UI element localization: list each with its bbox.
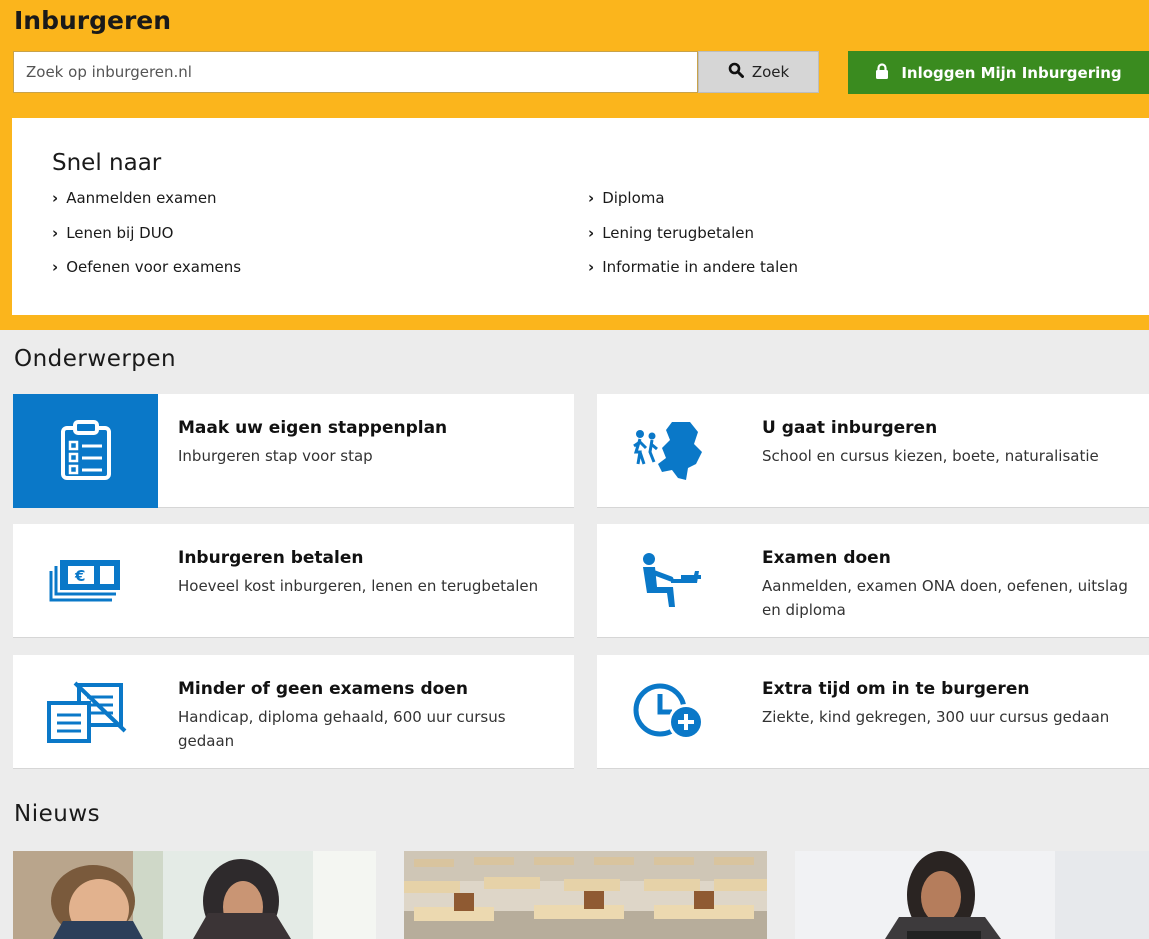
quick-link-andere-talen[interactable]: › Informatie in andere talen xyxy=(588,258,798,276)
search-button-label: Zoek xyxy=(751,63,790,81)
news-title: Nieuws xyxy=(14,801,101,827)
topic-card-stappenplan[interactable]: Maak uw eigen stappenplan Inburgeren sta… xyxy=(13,394,574,508)
topic-card-u-gaat-inburgeren[interactable]: U gaat inburgeren School en cursus kieze… xyxy=(597,394,1149,508)
topics-title: Onderwerpen xyxy=(14,346,177,372)
quick-link-diploma[interactable]: › Diploma xyxy=(588,189,665,207)
svg-text:€: € xyxy=(74,567,85,585)
chevron-right-icon: › xyxy=(588,189,595,207)
quick-link-lenen-bij-duo[interactable]: › Lenen bij DUO xyxy=(52,224,173,242)
topic-card-title: Extra tijd om in te burgeren xyxy=(762,679,1030,699)
chevron-right-icon: › xyxy=(52,224,59,242)
topic-card-description: Inburgeren stap voor stap xyxy=(178,447,373,465)
news-item-image-1[interactable] xyxy=(13,851,376,939)
chevron-right-icon: › xyxy=(52,258,59,276)
topic-card-description: Hoeveel kost inburgeren, lenen en terugb… xyxy=(178,577,539,595)
topic-card-minder-examens[interactable]: Minder of geen examens doen Handicap, di… xyxy=(13,655,574,769)
checklist-icon xyxy=(13,394,158,508)
news-item-image-2[interactable] xyxy=(404,851,767,939)
quick-link-label: Lening terugbetalen xyxy=(602,224,755,242)
chevron-right-icon: › xyxy=(588,258,595,276)
topic-card-title: Examen doen xyxy=(762,548,891,568)
topic-card-title: U gaat inburgeren xyxy=(762,418,938,438)
chevron-right-icon: › xyxy=(52,189,59,207)
topic-card-inburgeren-betalen[interactable]: € Inburgeren betalen Hoeveel kost inburg… xyxy=(13,524,574,638)
quick-link-aanmelden-examen[interactable]: › Aanmelden examen xyxy=(52,189,217,207)
topic-card-description: Ziekte, kind gekregen, 300 uur cursus ge… xyxy=(762,708,1110,726)
topic-card-title: Minder of geen examens doen xyxy=(178,679,468,699)
netherlands-map-icon xyxy=(597,394,742,508)
crossed-document-icon xyxy=(13,655,158,769)
news-item-image-3[interactable] xyxy=(795,851,1149,939)
quick-links-box xyxy=(12,118,1149,315)
quick-link-label: Lenen bij DUO xyxy=(66,224,174,242)
quick-link-lening-terugbetalen[interactable]: › Lening terugbetalen xyxy=(588,224,754,242)
quick-link-label: Diploma xyxy=(602,189,665,207)
quick-link-label: Aanmelden examen xyxy=(66,189,217,207)
login-button-label: Inloggen Mijn Inburgering xyxy=(901,63,1122,82)
euro-banknotes-icon: € xyxy=(13,524,158,638)
topic-card-extra-tijd[interactable]: Extra tijd om in te burgeren Ziekte, kin… xyxy=(597,655,1149,769)
topic-card-examen-doen[interactable]: Examen doen Aanmelden, examen ONA doen, … xyxy=(597,524,1149,638)
login-button[interactable]: Inloggen Mijn Inburgering xyxy=(848,51,1149,94)
quick-link-oefenen[interactable]: › Oefenen voor examens xyxy=(52,258,241,276)
quick-links-title: Snel naar xyxy=(52,150,162,176)
topic-card-title: Inburgeren betalen xyxy=(178,548,364,568)
search-button[interactable]: Zoek xyxy=(698,51,819,93)
search-input[interactable] xyxy=(13,51,698,93)
clock-plus-icon xyxy=(597,655,742,769)
topic-card-title: Maak uw eigen stappenplan xyxy=(178,418,448,438)
search-icon xyxy=(728,62,744,82)
quick-link-label: Oefenen voor examens xyxy=(66,258,242,276)
topic-card-description: Handicap, diploma gehaald, 600 uur cursu… xyxy=(178,708,506,750)
header-bar: Inburgeren Zoek Inloggen Mijn Inburgerin… xyxy=(0,0,1149,118)
lock-icon xyxy=(875,62,889,83)
chevron-right-icon: › xyxy=(588,224,595,242)
topic-card-description: Aanmelden, examen ONA doen, oefenen, uit… xyxy=(762,577,1128,619)
quick-link-label: Informatie in andere talen xyxy=(602,258,799,276)
topic-card-description: School en cursus kiezen, boete, naturali… xyxy=(762,447,1099,465)
person-at-computer-icon xyxy=(597,524,742,638)
site-title[interactable]: Inburgeren xyxy=(14,6,171,35)
